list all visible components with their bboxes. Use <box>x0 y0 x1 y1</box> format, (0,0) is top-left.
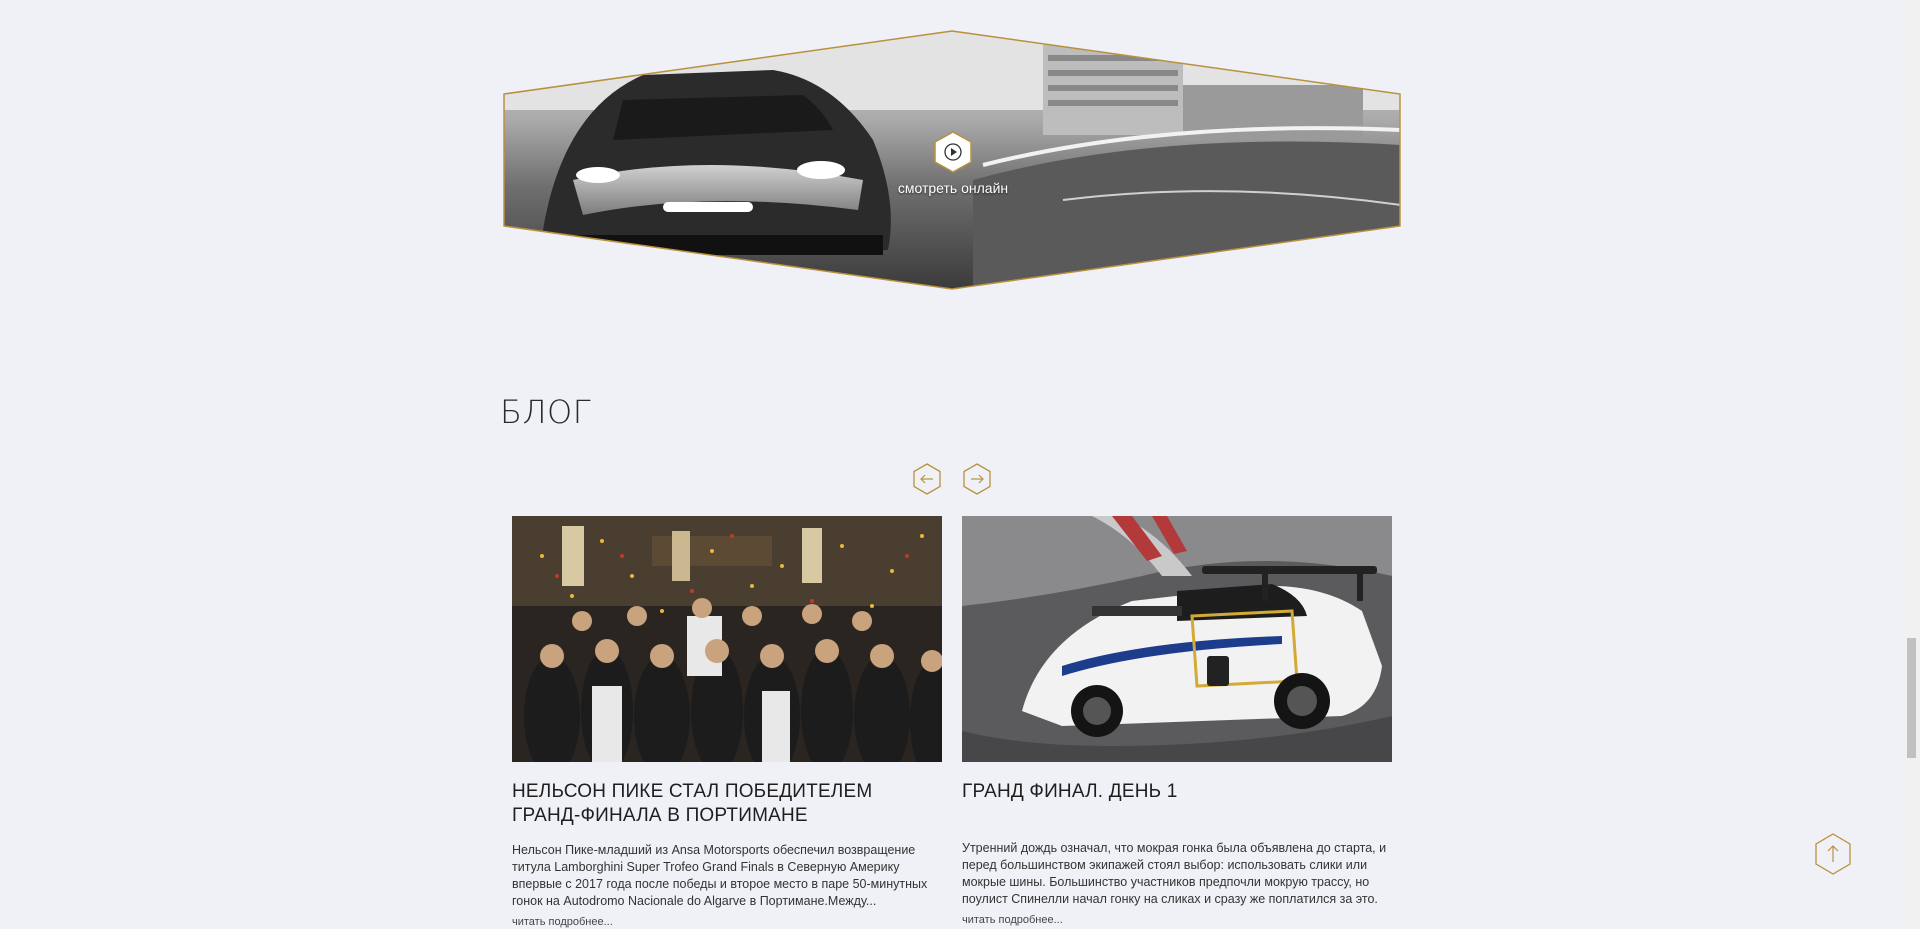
read-more-link[interactable]: читать подробнее... <box>512 916 942 928</box>
blog-card-excerpt: Утренний дождь означал, что мокрая гонка… <box>962 841 1387 906</box>
blog-card-title[interactable]: ГРАНД ФИНАЛ. ДЕНЬ 1 <box>962 780 1392 804</box>
play-icon <box>934 131 972 173</box>
blog-card: ГРАНД ФИНАЛ. ДЕНЬ 1 Утренний дождь означ… <box>962 516 1392 926</box>
blog-card-image[interactable] <box>512 516 942 762</box>
play-button[interactable] <box>932 130 974 174</box>
blog-card-image[interactable] <box>962 516 1392 762</box>
page: смотреть онлайн БЛОГ НЕЛЬСОН ПИКЕ СТАЛ П… <box>0 0 1920 929</box>
scrollbar-thumb[interactable] <box>1907 638 1916 758</box>
video-banner[interactable]: смотреть онлайн <box>503 30 1401 291</box>
arrow-left-icon <box>913 463 941 495</box>
blog-card-excerpt: Нельсон Пике-младший из Ansa Motorsports… <box>512 843 928 908</box>
watch-online-link[interactable]: смотреть онлайн <box>843 180 1063 196</box>
blog-card-title[interactable]: НЕЛЬСОН ПИКЕ СТАЛ ПОБЕДИТЕЛЕМ ГРАНД-ФИНА… <box>512 780 942 828</box>
scroll-to-top-button[interactable] <box>1814 833 1852 875</box>
podium-celebration-photo <box>512 516 942 762</box>
blog-next-button[interactable] <box>962 463 992 495</box>
read-more-link[interactable]: читать подробнее... <box>962 914 1392 926</box>
blog-section-title: БЛОГ <box>500 393 592 431</box>
arrow-up-icon <box>1815 833 1851 875</box>
page-scrollbar[interactable] <box>1903 0 1920 929</box>
blog-prev-button[interactable] <box>912 463 942 495</box>
blog-card: НЕЛЬСОН ПИКЕ СТАЛ ПОБЕДИТЕЛЕМ ГРАНД-ФИНА… <box>512 516 942 928</box>
arrow-right-icon <box>963 463 991 495</box>
race-car-photo <box>962 516 1392 762</box>
